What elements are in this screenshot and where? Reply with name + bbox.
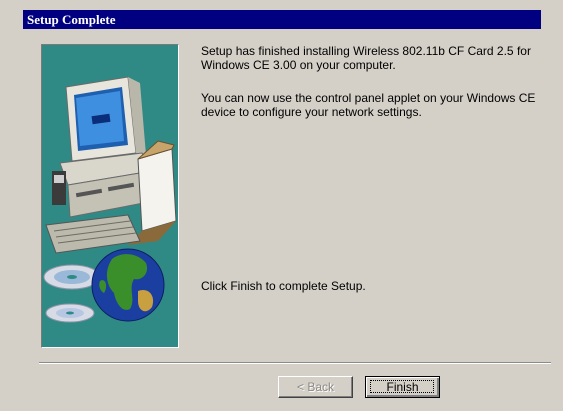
globe-icon (91, 248, 165, 322)
install-complete-message: Setup has finished installing Wireless 8… (201, 44, 531, 72)
finish-instruction-message: Click Finish to complete Setup. (201, 279, 366, 293)
setup-illustration-panel (41, 44, 179, 348)
back-button[interactable]: < Back (278, 376, 353, 398)
finish-button-label: Finish (386, 380, 419, 394)
window-title: Setup Complete (23, 10, 541, 29)
button-separator (39, 362, 551, 364)
computer-illustration-icon (43, 76, 177, 323)
compact-disc-icon (43, 264, 101, 323)
setup-dialog: Setup has finished installing Wireless 8… (23, 29, 551, 411)
finish-button[interactable]: Finish (365, 376, 440, 398)
control-panel-message: You can now use the control panel applet… (201, 91, 536, 119)
